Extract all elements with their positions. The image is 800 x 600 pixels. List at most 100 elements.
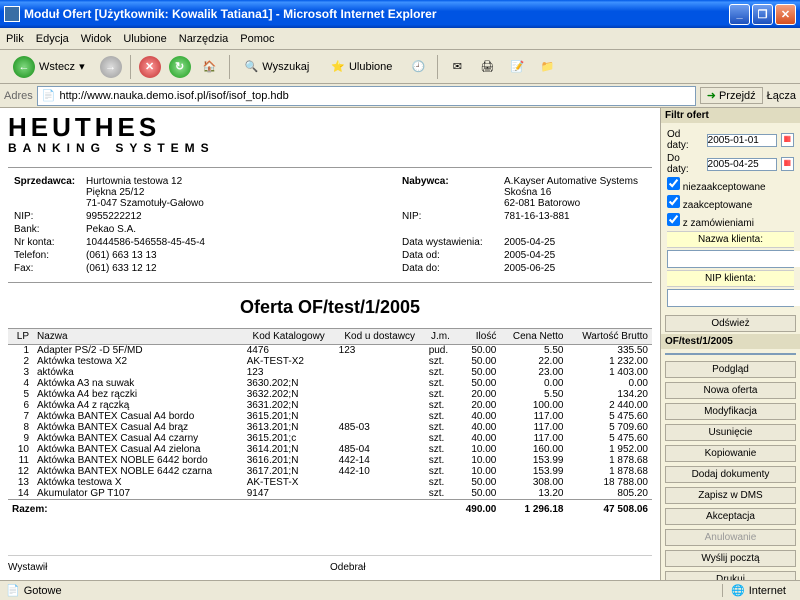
globe-icon: 🌐 [731,584,745,597]
calendar-icon[interactable]: ▦ [781,133,794,147]
col-kodu: Kod u dostawcy [335,329,425,345]
menu-narzedzia[interactable]: Narzędzia [179,33,229,45]
maximize-button[interactable]: ❐ [752,4,773,25]
kopiowanie-button[interactable]: Kopiowanie [665,445,796,462]
buyer-addr2: 62-081 Batorowo [504,198,646,209]
table-row: 8Aktówka BANTEX Casual A4 brąz3613.201;N… [8,422,652,433]
table-row: 2Aktówka testowa X2AK-TEST-X2szt.50.0022… [8,356,652,367]
filter-header: Filtr ofert [661,108,800,123]
to-date-input[interactable] [707,158,777,171]
list-item[interactable]: OF/test/1/2005 [666,354,795,355]
client-name-input[interactable] [668,251,800,267]
print-button[interactable]: 🖨 [474,54,500,80]
cb-niezaakceptowane[interactable]: niezaakceptowane [667,177,794,193]
nowa-oferta-button[interactable]: Nowa oferta [665,382,796,399]
akceptacja-button[interactable]: Akceptacja [665,508,796,525]
company-logo: HEUTHES [8,116,652,139]
wyslij-poczta-button[interactable]: Wyślij pocztą [665,550,796,567]
col-wart: Wartość Brutto [567,329,652,345]
sidebar: Filtr ofert Od daty:▦ Do daty:▦ niezaakc… [660,108,800,580]
col-jm: J.m. [425,329,456,345]
cb-zaakceptowane[interactable]: zaakceptowane [667,195,794,211]
table-row: 6Aktówka A4 z rączką3631.202;Nszt.20.001… [8,400,652,411]
to-date-label: Do daty: [667,153,703,175]
address-label: Adres [4,90,33,102]
address-bar: Adres 📄 http://www.nauka.demo.isof.pl/is… [0,84,800,108]
page-icon: 📄 [42,89,56,102]
sig-wystawil-label: Wystawił [8,562,330,573]
menu-bar: Plik Edycja Widok Ulubione Narzędzia Pom… [0,28,800,50]
usuniecie-button[interactable]: Usunięcie [665,424,796,441]
seller-addr2: 71-047 Szamotuły-Gałowo [86,198,392,209]
table-row: 13Aktówka testowa XAK-TEST-Xszt.50.00308… [8,477,652,488]
refresh-button[interactable]: Odśwież [665,315,796,332]
menu-widok[interactable]: Widok [81,33,112,45]
table-row: 11Aktówka BANTEX NOBLE 6442 bordo3616.20… [8,455,652,466]
edit-button[interactable]: 📝 [504,54,530,80]
client-name-label: Nazwa klienta: [667,231,794,248]
ie-icon [4,6,20,22]
buyer-name: A.Kayser Automative Systems [504,176,646,187]
buyer-label: Nabywca: [402,176,449,187]
links-label[interactable]: Łącza [767,90,796,102]
status-text: Gotowe [24,585,62,597]
col-kodk: Kod Katalogowy [243,329,335,345]
menu-ulubione[interactable]: Ulubione [123,33,166,45]
favorites-button[interactable]: ⭐Ulubione [322,54,401,80]
client-nip-input[interactable] [668,290,800,306]
table-row: 9Aktówka BANTEX Casual A4 czarny3615.201… [8,433,652,444]
table-row: 7Aktówka BANTEX Casual A4 bordo3615.201;… [8,411,652,422]
seller-label: Sprzedawca: [14,176,75,187]
menu-edycja[interactable]: Edycja [36,33,69,45]
back-button[interactable]: ←Wstecz ▾ [4,54,94,80]
calendar-icon[interactable]: ▦ [781,157,794,171]
search-button[interactable]: 🔍Wyszukaj [236,54,319,80]
seller-addr1: Piękna 25/12 [86,187,392,198]
stop-button[interactable]: ✕ [137,54,163,80]
col-nazwa: Nazwa [33,329,243,345]
podglad-button[interactable]: Podgląd [665,361,796,378]
offer-table: LP Nazwa Kod Katalogowy Kod u dostawcy J… [8,328,652,515]
col-ilosc: Ilość [456,329,500,345]
totals-ilosc: 490.00 [456,500,500,516]
offer-title: Oferta OF/test/1/2005 [8,297,652,318]
col-cena: Cena Netto [500,329,567,345]
table-row: 3aktówka123szt.50.0023.001 403.00 [8,367,652,378]
client-nip-label: NIP klienta: [667,270,794,287]
seller-name: Hurtownia testowa 12 [86,176,392,187]
menu-plik[interactable]: Plik [6,33,24,45]
window-title: Moduł Ofert [Użytkownik: Kowalik Tatiana… [24,7,729,21]
mail-button[interactable]: ✉ [444,54,470,80]
home-button[interactable]: 🏠 [197,54,223,80]
zone-text: Internet [749,585,786,597]
refresh-button[interactable]: ↻ [167,54,193,80]
modyfikacja-button[interactable]: Modyfikacja [665,403,796,420]
list-header: OF/test/1/2005 [661,334,800,349]
zapisz-dms-button[interactable]: Zapisz w DMS [665,487,796,504]
col-lp: LP [8,329,33,345]
table-row: 5Aktówka A4 bez rączki3632.202;Nszt.20.0… [8,389,652,400]
cb-zamowienia[interactable]: z zamówieniami [667,213,794,229]
close-button[interactable]: ✕ [775,4,796,25]
window-titlebar: Moduł Ofert [Użytkownik: Kowalik Tatiana… [0,0,800,28]
anulowanie-button: Anulowanie [665,529,796,546]
totals-wartosc: 47 508.06 [567,500,652,516]
from-date-input[interactable] [707,134,777,147]
dodaj-dokumenty-button[interactable]: Dodaj dokumenty [665,466,796,483]
folder-button[interactable]: 📁 [534,54,560,80]
go-button[interactable]: ➜Przejdź [700,87,763,104]
forward-button[interactable]: → [98,54,124,80]
table-row: 14Akumulator GP T1079147szt.50.0013.2080… [8,488,652,500]
offers-list[interactable]: OF/test/1/2005 [665,353,796,355]
status-bar: 📄 Gotowe 🌐Internet [0,580,800,600]
drukuj-button[interactable]: Drukuj [665,571,796,580]
table-row: 4Aktówka A3 na suwak3630.202;Nszt.50.000… [8,378,652,389]
history-button[interactable]: 🕘 [405,54,431,80]
sig-odebral-label: Odebrał [330,562,652,573]
url-field[interactable]: 📄 http://www.nauka.demo.isof.pl/isof/iso… [37,86,696,106]
buyer-addr1: Skośna 16 [504,187,646,198]
menu-pomoc[interactable]: Pomoc [240,33,274,45]
toolbar: ←Wstecz ▾ → ✕ ↻ 🏠 🔍Wyszukaj ⭐Ulubione 🕘 … [0,50,800,84]
minimize-button[interactable]: _ [729,4,750,25]
totals-cena: 1 296.18 [500,500,567,516]
